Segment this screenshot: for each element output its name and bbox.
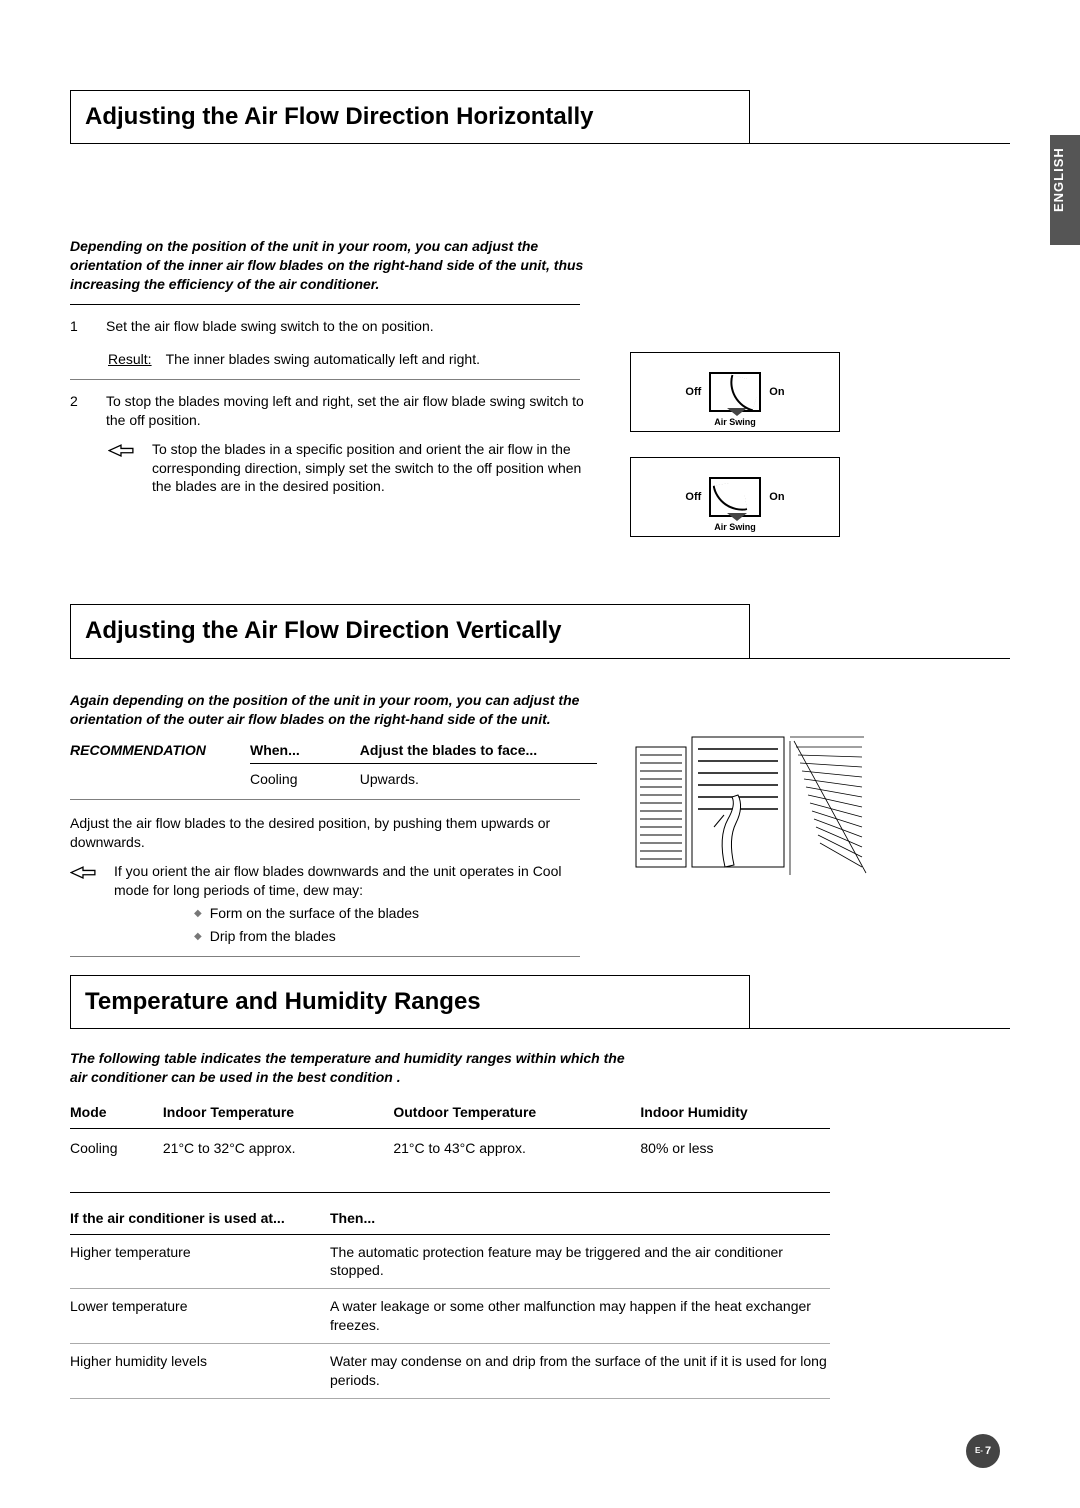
cond-cell: Higher humidity levels <box>70 1344 330 1399</box>
th-outdoor-temp: Outdoor Temperature <box>393 1097 640 1128</box>
divider <box>70 304 580 305</box>
air-swing-diagram-off: Off On Air Swing <box>630 457 840 537</box>
th-adjust: Adjust the blades to face... <box>360 741 597 764</box>
page-prefix: E- <box>975 1446 983 1457</box>
cond-cell: Water may condense on and drip from the … <box>330 1344 830 1399</box>
intro-vertical: Again depending on the position of the u… <box>70 691 600 729</box>
divider <box>70 143 1010 144</box>
intro-temp: The following table indicates the temper… <box>70 1049 630 1087</box>
sub-bullet: Drip from the blades <box>210 927 336 946</box>
divider <box>70 658 1010 659</box>
th-indoor-temp: Indoor Temperature <box>163 1097 393 1128</box>
step-number: 2 <box>70 392 84 430</box>
step-text: To stop the blades moving left and right… <box>106 392 600 430</box>
switch-icon <box>709 372 761 412</box>
divider <box>70 956 580 957</box>
step-text: Set the air flow blade swing switch to t… <box>106 317 600 336</box>
intro-horizontal: Depending on the position of the unit in… <box>70 237 600 294</box>
switch-off-label: Off <box>685 385 701 400</box>
cond-cell: A water leakage or some other malfunctio… <box>330 1289 830 1344</box>
air-swing-label: Air Swing <box>714 521 756 533</box>
th-condition: If the air conditioner is used at... <box>70 1203 330 1234</box>
section-heading-vertical: Adjusting the Air Flow Direction Vertica… <box>70 604 1010 658</box>
note-arrow-icon <box>108 443 134 457</box>
td-mode: Cooling <box>70 1128 163 1175</box>
switch-on-label: On <box>769 385 784 400</box>
cond-cell: Lower temperature <box>70 1289 330 1344</box>
th-then: Then... <box>330 1203 830 1234</box>
divider <box>70 379 580 380</box>
air-swing-label: Air Swing <box>714 416 756 428</box>
switch-on-label: On <box>769 490 784 505</box>
sub-bullet: Form on the surface of the blades <box>210 904 419 923</box>
step-number: 1 <box>70 317 84 336</box>
switch-icon <box>709 477 761 517</box>
diamond-bullet-icon: ◆ <box>194 930 202 946</box>
diamond-bullet-icon: ◆ <box>194 907 202 923</box>
divider <box>70 1028 1010 1029</box>
td-indoor-temp: 21°C to 32°C approx. <box>163 1128 393 1175</box>
section-heading-horizontal: Adjusting the Air Flow Direction Horizon… <box>70 90 1010 144</box>
cond-cell: The automatic protection feature may be … <box>330 1234 830 1289</box>
rec-when: Cooling <box>250 764 360 795</box>
title-horizontal: Adjusting the Air Flow Direction Horizon… <box>70 90 750 144</box>
language-tab: ENGLISH <box>1050 135 1080 245</box>
th-indoor-humidity: Indoor Humidity <box>640 1097 830 1128</box>
section-heading-temp: Temperature and Humidity Ranges <box>70 975 1010 1029</box>
td-outdoor-temp: 21°C to 43°C approx. <box>393 1128 640 1175</box>
note-text: If you orient the air flow blades downwa… <box>114 862 600 946</box>
page-num: 7 <box>985 1444 991 1459</box>
td-indoor-humidity: 80% or less <box>640 1128 830 1175</box>
recommendation-label: RECOMMENDATION <box>70 741 230 796</box>
adjust-text: Adjust the air flow blades to the desire… <box>70 814 600 852</box>
title-vertical: Adjusting the Air Flow Direction Vertica… <box>70 604 750 658</box>
title-temp: Temperature and Humidity Ranges <box>70 975 750 1029</box>
blade-adjust-diagram <box>630 727 870 887</box>
air-swing-diagram-on: Off On Air Swing <box>630 352 840 432</box>
switch-off-label: Off <box>685 490 701 505</box>
th-when: When... <box>250 741 360 764</box>
page-number-badge: E-7 <box>966 1434 1000 1468</box>
th-mode: Mode <box>70 1097 163 1128</box>
result-text: The inner blades swing automatically lef… <box>166 350 480 369</box>
result-label: Result: <box>108 350 152 369</box>
rec-adjust: Upwards. <box>360 764 597 795</box>
divider <box>70 799 580 800</box>
divider <box>70 1192 830 1193</box>
note-text: To stop the blades in a specific positio… <box>152 440 600 497</box>
cond-cell: Higher temperature <box>70 1234 330 1289</box>
note-arrow-icon <box>70 865 96 879</box>
